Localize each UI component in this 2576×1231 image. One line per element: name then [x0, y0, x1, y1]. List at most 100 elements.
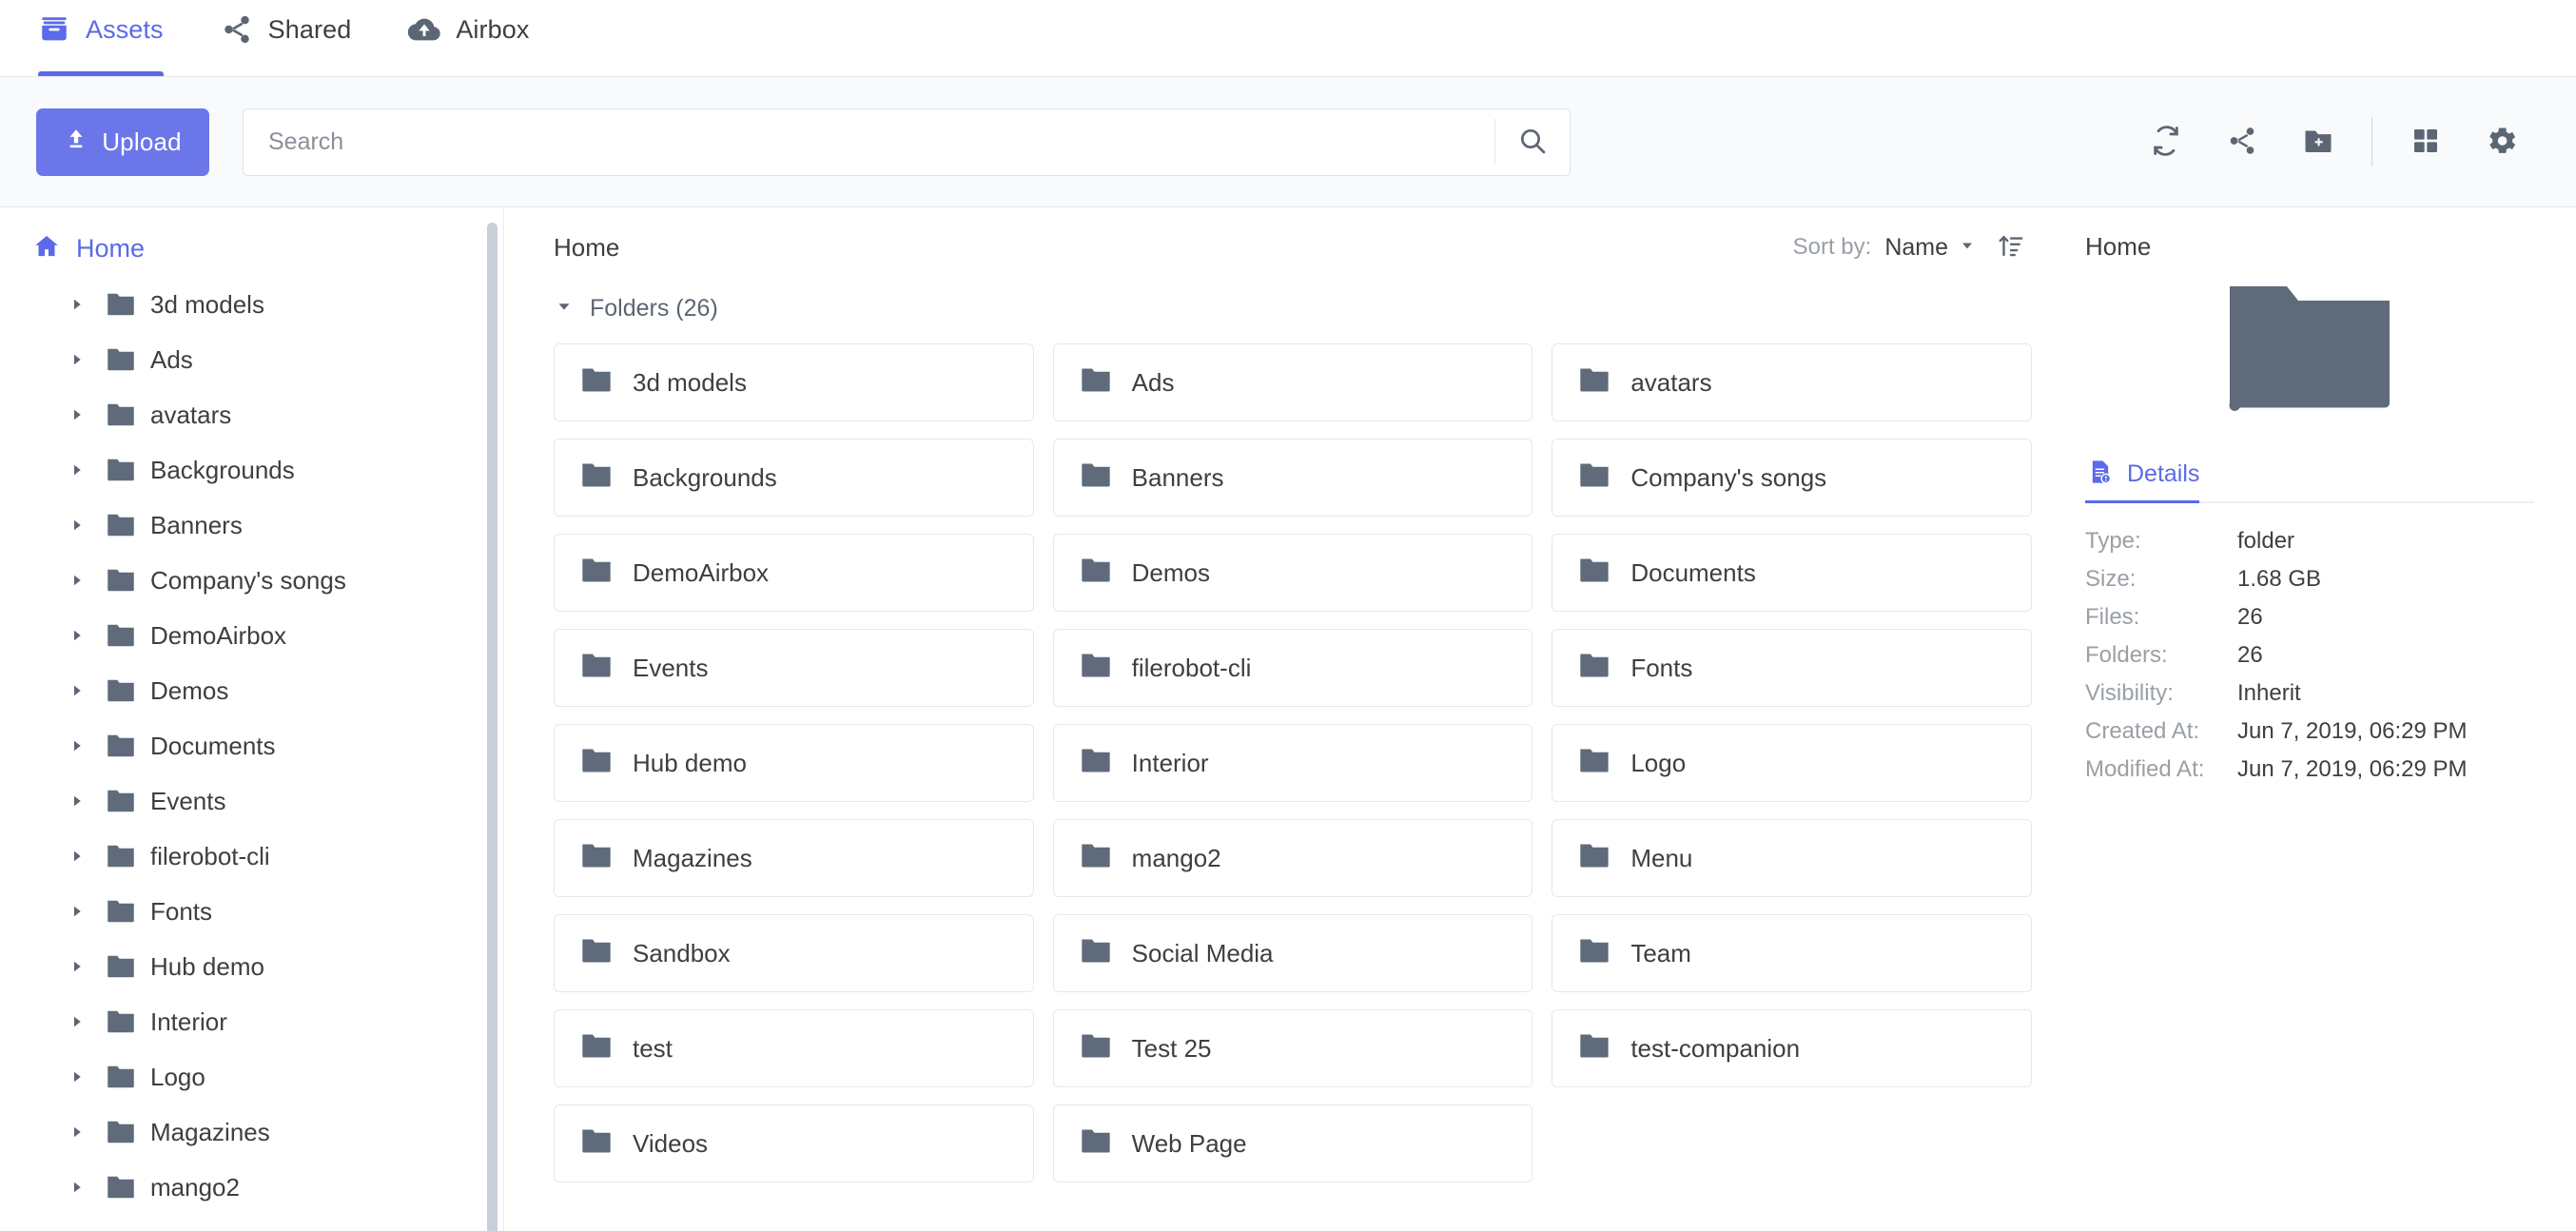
- expand-arrow-icon[interactable]: [68, 627, 93, 644]
- sidebar-item[interactable]: Magazines: [0, 1104, 503, 1160]
- grid-view-button[interactable]: [2388, 104, 2464, 180]
- folder-card[interactable]: test: [554, 1009, 1034, 1087]
- details-tab-label: Details: [2127, 460, 2200, 487]
- upload-button[interactable]: Upload: [36, 107, 209, 176]
- toolbar-divider: [2371, 117, 2372, 166]
- expand-arrow-icon[interactable]: [68, 792, 93, 810]
- detail-key: Size:: [2085, 566, 2137, 592]
- folder-card[interactable]: Demos: [1052, 534, 1533, 612]
- folder-card[interactable]: mango2: [1052, 819, 1533, 897]
- expand-arrow-icon[interactable]: [68, 958, 93, 975]
- folder-card[interactable]: Sandbox: [554, 914, 1034, 992]
- sidebar-item[interactable]: Hub demo: [0, 939, 503, 994]
- folder-icon: [1579, 843, 1610, 873]
- folder-card-label: test: [633, 1033, 673, 1063]
- detail-key: Modified At:: [2085, 756, 2205, 782]
- sort-direction-button[interactable]: [1990, 226, 2032, 268]
- share-button[interactable]: [2204, 104, 2280, 180]
- detail-key: Visibility:: [2085, 680, 2174, 706]
- search-input[interactable]: [244, 108, 1494, 175]
- sidebar-scrollbar[interactable]: [487, 223, 498, 1231]
- detail-key: Created At:: [2085, 718, 2200, 744]
- folder-card[interactable]: 3d models: [554, 343, 1034, 421]
- folder-icon: [1579, 653, 1610, 683]
- sidebar-item-label: mango2: [150, 1172, 240, 1202]
- tab-shared[interactable]: Shared: [215, 0, 369, 76]
- expand-arrow-icon[interactable]: [68, 461, 93, 479]
- folder-icon: [1081, 1033, 1111, 1064]
- folder-icon: [107, 292, 135, 317]
- sidebar-item[interactable]: mango2: [0, 1160, 503, 1215]
- folder-card[interactable]: Hub demo: [554, 724, 1034, 802]
- folder-card[interactable]: Magazines: [554, 819, 1034, 897]
- settings-gear-icon: [2485, 124, 2519, 161]
- folder-card[interactable]: Documents: [1551, 534, 2032, 612]
- sort-controls: Sort by: Name: [1793, 226, 2032, 268]
- settings-button[interactable]: [2464, 104, 2540, 180]
- detail-key: Type:: [2085, 528, 2141, 554]
- expand-arrow-icon[interactable]: [68, 1068, 93, 1085]
- folder-card[interactable]: test-companion: [1551, 1009, 2032, 1087]
- sidebar-item[interactable]: Banners: [0, 498, 503, 553]
- expand-arrow-icon[interactable]: [68, 1124, 93, 1141]
- folder-card[interactable]: avatars: [1551, 343, 2032, 421]
- folders-section-header[interactable]: Folders (26): [504, 287, 2074, 338]
- folder-icon: [107, 347, 135, 372]
- folder-card[interactable]: Social Media: [1052, 914, 1533, 992]
- expand-arrow-icon[interactable]: [68, 351, 93, 368]
- sidebar-item[interactable]: Demos: [0, 663, 503, 718]
- folder-card-label: DemoAirbox: [633, 557, 770, 587]
- folder-card[interactable]: Company's songs: [1551, 439, 2032, 517]
- folder-card[interactable]: Team: [1551, 914, 2032, 992]
- expand-arrow-icon[interactable]: [68, 572, 93, 589]
- sidebar-item[interactable]: Logo: [0, 1049, 503, 1104]
- breadcrumb[interactable]: Home: [554, 233, 619, 263]
- refresh-button[interactable]: [2128, 104, 2204, 180]
- sidebar-item-label: Ads: [150, 344, 193, 374]
- folder-card-label: Magazines: [633, 843, 752, 872]
- main-body: Home 3d models Ads avatars Backgrounds Banne…: [0, 207, 2576, 1231]
- folder-card[interactable]: filerobot-cli: [1052, 629, 1533, 707]
- sidebar-item[interactable]: Company's songs: [0, 553, 503, 608]
- sidebar-item-home[interactable]: Home: [0, 221, 503, 277]
- folder-card[interactable]: DemoAirbox: [554, 534, 1034, 612]
- expand-arrow-icon[interactable]: [68, 903, 93, 920]
- tab-assets[interactable]: Assets: [32, 0, 181, 76]
- sidebar-item[interactable]: Documents: [0, 718, 503, 773]
- expand-arrow-icon[interactable]: [68, 848, 93, 865]
- tab-details[interactable]: Details: [2085, 453, 2220, 503]
- folder-card[interactable]: Events: [554, 629, 1034, 707]
- folder-card[interactable]: Test 25: [1052, 1009, 1533, 1087]
- folder-card[interactable]: Menu: [1551, 819, 2032, 897]
- new-folder-button[interactable]: [2280, 104, 2356, 180]
- sidebar-item[interactable]: DemoAirbox: [0, 608, 503, 663]
- tab-airbox[interactable]: Airbox: [402, 0, 546, 76]
- folder-card-label: Company's songs: [1630, 462, 1827, 492]
- folder-card[interactable]: Fonts: [1551, 629, 2032, 707]
- expand-arrow-icon[interactable]: [68, 1013, 93, 1030]
- folder-card[interactable]: Ads: [1052, 343, 1533, 421]
- sidebar-item[interactable]: avatars: [0, 387, 503, 442]
- sidebar-item[interactable]: Backgrounds: [0, 442, 503, 498]
- folder-icon: [107, 678, 135, 703]
- folder-card[interactable]: Logo: [1551, 724, 2032, 802]
- expand-arrow-icon[interactable]: [68, 737, 93, 754]
- sidebar-item[interactable]: Events: [0, 773, 503, 829]
- expand-arrow-icon[interactable]: [68, 1179, 93, 1196]
- folder-card[interactable]: Videos: [554, 1104, 1034, 1182]
- expand-arrow-icon[interactable]: [68, 406, 93, 423]
- sidebar-item[interactable]: Fonts: [0, 884, 503, 939]
- folder-card[interactable]: Banners: [1052, 439, 1533, 517]
- expand-arrow-icon[interactable]: [68, 517, 93, 534]
- folder-card[interactable]: Interior: [1052, 724, 1533, 802]
- sidebar-item[interactable]: 3d models: [0, 277, 503, 332]
- sidebar-item[interactable]: Interior: [0, 994, 503, 1049]
- sidebar-item[interactable]: Ads: [0, 332, 503, 387]
- search-submit-button[interactable]: [1495, 109, 1570, 175]
- expand-arrow-icon[interactable]: [68, 682, 93, 699]
- sidebar-item[interactable]: filerobot-cli: [0, 829, 503, 884]
- sort-field-dropdown[interactable]: Name: [1884, 234, 1977, 262]
- folder-card[interactable]: Backgrounds: [554, 439, 1034, 517]
- expand-arrow-icon[interactable]: [68, 296, 93, 313]
- folder-card[interactable]: Web Page: [1052, 1104, 1533, 1182]
